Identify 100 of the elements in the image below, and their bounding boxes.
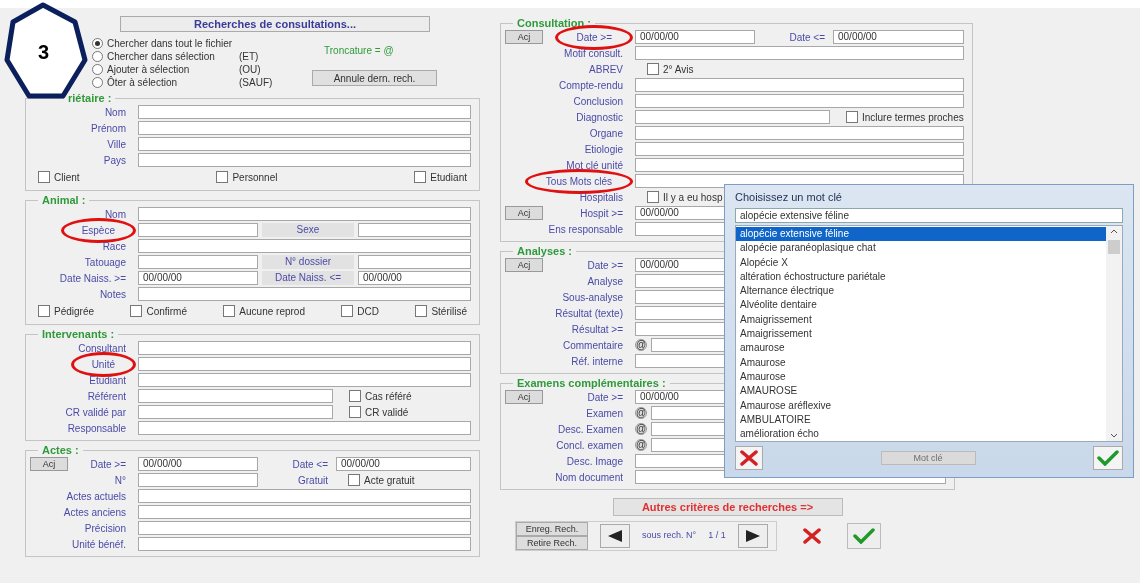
input-field[interactable] [635, 78, 964, 92]
input-field[interactable] [138, 389, 333, 403]
input-field[interactable] [138, 357, 471, 371]
section-title: Consultation : [516, 17, 592, 29]
input-field[interactable] [138, 473, 258, 487]
checkbox-label: 2° Avis [663, 62, 694, 77]
section-title: Examens complémentaires : [516, 377, 667, 389]
add-button[interactable]: Acj [30, 457, 68, 471]
input-field[interactable] [138, 373, 471, 387]
input-field[interactable]: 00/00/00 [138, 271, 258, 285]
checkbox[interactable] [216, 171, 229, 183]
add-button[interactable]: Acj [505, 258, 543, 272]
input-field[interactable] [138, 489, 471, 503]
title-button[interactable]: Recherches de consultations... [120, 16, 430, 32]
input-field[interactable] [138, 105, 471, 119]
at-sign[interactable]: @ [635, 439, 647, 451]
previous-button[interactable] [600, 524, 630, 548]
save-search-button[interactable]: Enreg. Rech. [516, 522, 588, 536]
input-field[interactable]: 00/00/00 [138, 457, 258, 471]
radio-button[interactable] [92, 38, 103, 49]
checkbox-label: Acte gratuit [364, 473, 415, 488]
input-field[interactable]: 00/00/00 [635, 30, 755, 44]
at-sign[interactable]: @ [635, 407, 647, 419]
input-field[interactable] [138, 505, 471, 519]
sub-search-counter: 1 / 1 [708, 529, 726, 543]
radio-button[interactable] [92, 77, 103, 88]
checkbox[interactable] [647, 191, 659, 203]
checkbox[interactable] [415, 305, 428, 317]
list-item[interactable]: Amaurose [736, 369, 1106, 385]
cancel-search-button[interactable]: Annule dern. rech. [312, 70, 437, 86]
input-field[interactable] [138, 341, 471, 355]
checkbox[interactable] [341, 305, 354, 317]
field-label: Espèce [81, 223, 115, 238]
input-field[interactable] [138, 153, 471, 167]
remove-search-button[interactable]: Retire Rech. [516, 536, 588, 550]
input-field[interactable] [138, 421, 471, 435]
checkbox[interactable] [223, 305, 236, 317]
input-field[interactable] [635, 94, 964, 108]
input-field[interactable]: 00/00/00 [833, 30, 964, 44]
checkbox[interactable] [38, 171, 50, 183]
field-label: Notes [99, 287, 126, 302]
list-item[interactable]: alopécie paranéoplasique chat [736, 241, 1106, 256]
dialog-confirm-button[interactable] [1093, 446, 1123, 471]
radio-button[interactable] [92, 51, 103, 62]
input-field[interactable] [358, 255, 471, 269]
checkbox[interactable] [348, 474, 360, 486]
input-field[interactable] [635, 142, 964, 156]
field-label: Date Naiss. <= [262, 271, 354, 285]
keyword-input[interactable]: alopécie extensive féline [735, 208, 1123, 223]
add-button[interactable]: Acj [505, 30, 543, 44]
next-button[interactable] [737, 524, 768, 548]
input-field[interactable] [635, 126, 964, 140]
list-item[interactable]: amélioration écho [736, 427, 1106, 442]
checkbox[interactable] [846, 111, 858, 123]
input-field[interactable] [138, 121, 471, 135]
input-field[interactable] [138, 207, 471, 221]
input-field[interactable]: 00/00/00 [336, 457, 471, 471]
list-item[interactable]: altération échostructure pariétale [736, 269, 1106, 285]
list-item[interactable]: Amaigrissement [736, 327, 1106, 342]
checkbox-label: Stérilisé [431, 304, 467, 319]
input-field[interactable] [138, 239, 471, 253]
radio-button[interactable] [92, 64, 103, 75]
input-field[interactable] [138, 521, 471, 535]
list-item[interactable]: alopécie extensive féline [736, 227, 1106, 242]
list-item[interactable]: Alvéolite dentaire [736, 298, 1106, 313]
radio-suffix: (SAUF) [239, 76, 273, 90]
list-item[interactable]: Alternance électrique [736, 284, 1106, 299]
field-label: Concl. examen [556, 438, 623, 453]
checkbox[interactable] [414, 171, 427, 183]
input-field[interactable] [138, 537, 471, 551]
other-criteria-button[interactable]: Autres critères de recherches => [612, 498, 843, 516]
at-sign[interactable]: @ [635, 423, 647, 435]
field-label: Résultat >= [571, 322, 623, 337]
confirm-button[interactable] [846, 523, 881, 549]
checkbox[interactable] [130, 305, 143, 317]
dialog-cancel-button[interactable] [735, 446, 763, 471]
input-field[interactable] [358, 223, 471, 237]
add-button[interactable]: Acj [505, 206, 543, 220]
checkbox[interactable] [647, 63, 659, 75]
list-item[interactable]: Amaurose [736, 355, 1106, 370]
add-button[interactable]: Acj [505, 390, 543, 404]
field-label: Etudiant [89, 373, 126, 388]
checkbox[interactable] [38, 305, 50, 317]
input-field[interactable] [635, 110, 830, 124]
scrollbar[interactable] [1106, 226, 1122, 442]
input-field[interactable] [138, 255, 258, 269]
input-field[interactable] [138, 223, 258, 237]
input-field[interactable] [138, 287, 471, 301]
checkbox[interactable] [349, 390, 361, 402]
list-item[interactable]: Amaigrissement [736, 312, 1106, 328]
input-field[interactable] [138, 137, 471, 151]
scroll-thumb[interactable] [1108, 240, 1120, 254]
input-field[interactable] [138, 405, 333, 419]
input-field[interactable]: 00/00/00 [358, 271, 471, 285]
checkbox[interactable] [349, 406, 361, 418]
list-item[interactable]: amaurose [736, 341, 1106, 356]
list-item[interactable]: AMBULATOIRE [736, 412, 1106, 428]
input-field[interactable] [635, 158, 964, 172]
input-field[interactable] [635, 46, 964, 60]
at-sign[interactable]: @ [635, 339, 647, 351]
